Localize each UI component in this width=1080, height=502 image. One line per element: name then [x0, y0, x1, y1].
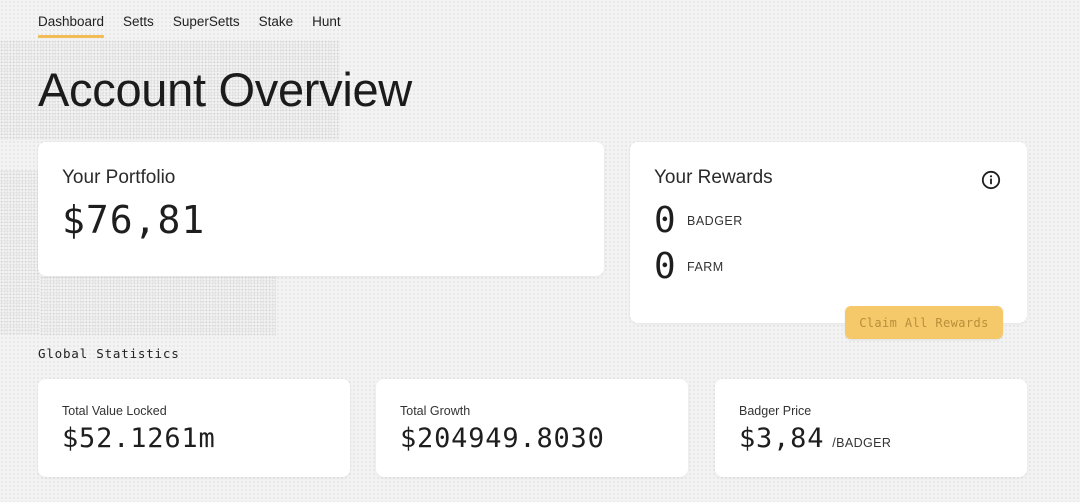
background-badger-art-foot — [40, 276, 276, 336]
reward-amount: 0 — [654, 200, 676, 241]
top-nav: Dashboard Setts SuperSetts Stake Hunt — [38, 0, 341, 40]
rewards-card: Your Rewards 0 BADGER 0 FARM — [630, 142, 1027, 323]
background-badger-art-lower — [0, 170, 40, 335]
stat-value: $52.1261m — [62, 423, 216, 454]
stat-label: Total Value Locked — [62, 404, 167, 418]
nav-dashboard[interactable]: Dashboard — [38, 0, 105, 38]
stat-value: $3,84/BADGER — [739, 423, 891, 454]
rewards-title: Your Rewards — [654, 167, 773, 188]
nav-stake[interactable]: Stake — [259, 0, 294, 38]
portfolio-title: Your Portfolio — [62, 167, 176, 188]
reward-token: FARM — [687, 259, 724, 274]
stat-label: Total Growth — [400, 404, 471, 418]
stat-card-growth: Total Growth $204949.8030 — [376, 379, 688, 477]
stat-card-tvl: Total Value Locked $52.1261m — [38, 379, 350, 477]
stat-card-badger-price: Badger Price $3,84/BADGER — [715, 379, 1027, 477]
info-icon[interactable] — [981, 170, 1001, 190]
nav-setts[interactable]: Setts — [123, 0, 154, 38]
stat-label: Badger Price — [739, 404, 812, 418]
stat-value-text: $52.1261m — [62, 423, 216, 454]
claim-all-rewards-button[interactable]: Claim All Rewards — [845, 306, 1003, 339]
stat-value: $204949.8030 — [400, 423, 605, 454]
reward-row-badger: 0 BADGER — [654, 200, 743, 241]
stat-unit: /BADGER — [832, 436, 892, 450]
nav-hunt[interactable]: Hunt — [312, 0, 341, 38]
portfolio-value: $76,81 — [62, 198, 206, 242]
page-title: Account Overview — [38, 63, 412, 116]
global-statistics-label: Global Statistics — [38, 346, 180, 361]
stat-value-text: $3,84 — [739, 423, 825, 454]
reward-row-farm: 0 FARM — [654, 246, 724, 287]
reward-token: BADGER — [687, 213, 743, 228]
nav-supersetts[interactable]: SuperSetts — [173, 0, 240, 38]
reward-amount: 0 — [654, 246, 676, 287]
portfolio-card: Your Portfolio $76,81 — [38, 142, 604, 276]
stat-value-text: $204949.8030 — [400, 423, 605, 454]
